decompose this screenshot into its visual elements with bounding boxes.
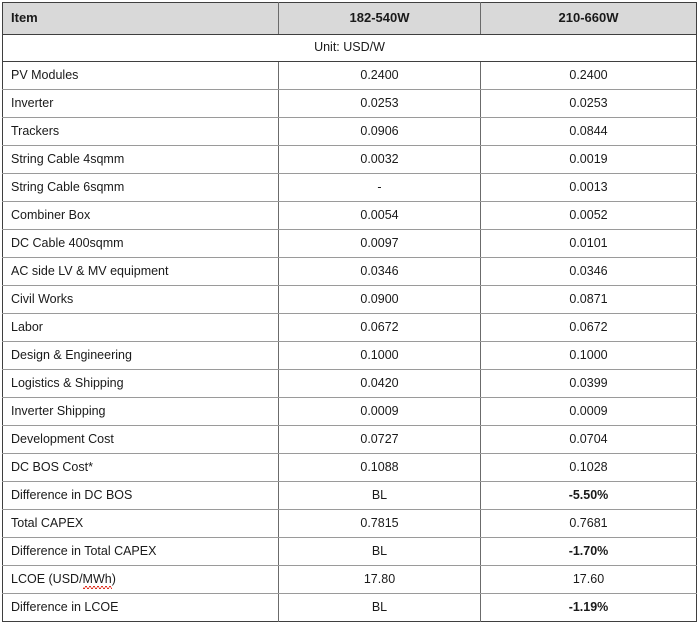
table-row: Difference in DC BOS BL -5.50% xyxy=(2,481,697,510)
row-item-label: DC BOS Cost* xyxy=(2,453,279,482)
row-item-label: Development Cost xyxy=(2,425,279,454)
row-value-210-660w: 0.0009 xyxy=(480,397,697,426)
row-item-label: LCOE (USD/MWh) xyxy=(2,565,279,594)
table-row: Inverter Shipping 0.0009 0.0009 xyxy=(2,397,697,426)
row-item-label: DC Cable 400sqmm xyxy=(2,229,279,258)
table-row: PV Modules 0.2400 0.2400 xyxy=(2,61,697,90)
table-row: Difference in Total CAPEX BL -1.70% xyxy=(2,537,697,566)
unit-banner-label: Unit: USD/W xyxy=(2,34,697,62)
table-body: Unit: USD/W PV Modules 0.2400 0.2400 Invert… xyxy=(2,34,697,622)
row-value-210-660w: 0.7681 xyxy=(480,509,697,538)
row-item-label: Total CAPEX xyxy=(2,509,279,538)
row-item-label: Civil Works xyxy=(2,285,279,314)
row-item-label: String Cable 6sqmm xyxy=(2,173,279,202)
row-value-210-660w: 0.0346 xyxy=(480,257,697,286)
row-value-182-540w: 0.1000 xyxy=(278,341,481,370)
row-value-182-540w: 0.0672 xyxy=(278,313,481,342)
row-item-label: String Cable 4sqmm xyxy=(2,145,279,174)
table-row: Development Cost 0.0727 0.0704 xyxy=(2,425,697,454)
row-item-label: Design & Engineering xyxy=(2,341,279,370)
row-item-label: Inverter xyxy=(2,89,279,118)
column-header-182-540w: 182-540W xyxy=(278,2,481,35)
table-row: Logistics & Shipping 0.0420 0.0399 xyxy=(2,369,697,398)
table-row: DC BOS Cost* 0.1088 0.1028 xyxy=(2,453,697,482)
row-item-label: Inverter Shipping xyxy=(2,397,279,426)
row-value-210-660w: -5.50% xyxy=(480,481,697,510)
row-value-210-660w: 0.1000 xyxy=(480,341,697,370)
table-row: Trackers 0.0906 0.0844 xyxy=(2,117,697,146)
table-header: Item 182-540W 210-660W xyxy=(2,2,697,35)
row-value-182-540w: 0.0346 xyxy=(278,257,481,286)
row-item-label: AC side LV & MV equipment xyxy=(2,257,279,286)
row-item-label: Difference in Total CAPEX xyxy=(2,537,279,566)
table-row: Combiner Box 0.0054 0.0052 xyxy=(2,201,697,230)
table-row: LCOE (USD/MWh) 17.80 17.60 xyxy=(2,565,697,594)
row-value-182-540w: 0.0097 xyxy=(278,229,481,258)
table-row: String Cable 4sqmm 0.0032 0.0019 xyxy=(2,145,697,174)
unit-banner-row: Unit: USD/W xyxy=(2,34,697,62)
row-value-182-540w: 0.0906 xyxy=(278,117,481,146)
row-value-182-540w: BL xyxy=(278,593,481,622)
row-value-210-660w: 0.2400 xyxy=(480,61,697,90)
column-header-item: Item xyxy=(2,2,279,35)
column-header-210-660w: 210-660W xyxy=(480,2,697,35)
table-row: AC side LV & MV equipment 0.0346 0.0346 xyxy=(2,257,697,286)
table-row: Design & Engineering 0.1000 0.1000 xyxy=(2,341,697,370)
header-row: Item 182-540W 210-660W xyxy=(2,2,697,35)
row-value-182-540w: 0.0032 xyxy=(278,145,481,174)
table-row: Difference in LCOE BL -1.19% xyxy=(2,593,697,622)
row-value-210-660w: 0.0871 xyxy=(480,285,697,314)
table-row: Inverter 0.0253 0.0253 xyxy=(2,89,697,118)
table-row: String Cable 6sqmm -0.0013 xyxy=(2,173,697,202)
spellcheck-underlined-word: MWh xyxy=(82,571,112,586)
row-value-182-540w: 0.7815 xyxy=(278,509,481,538)
row-value-182-540w: BL xyxy=(278,537,481,566)
row-value-210-660w: -1.19% xyxy=(568,599,609,614)
row-value-210-660w: -1.70% xyxy=(480,537,697,566)
row-value-210-660w: 0.0101 xyxy=(480,229,697,258)
row-item-label: Difference in DC BOS xyxy=(2,481,279,510)
row-value-182-540w: 0.0420 xyxy=(278,369,481,398)
row-value-210-660w: 0.0052 xyxy=(480,201,697,230)
row-value-210-660w: 0.0013 xyxy=(480,173,697,202)
row-item-label: Logistics & Shipping xyxy=(2,369,279,398)
row-value-182-540w: 0.1088 xyxy=(278,453,481,482)
row-value-182-540w: 17.80 xyxy=(278,565,481,594)
capex-comparison-table: Item 182-540W 210-660W Unit: USD/W PV Mo… xyxy=(2,2,697,622)
row-item-label: Labor xyxy=(2,313,279,342)
row-value-210-660w: 0.0704 xyxy=(480,425,697,454)
row-item-label: Difference in LCOE xyxy=(2,593,279,622)
table-row: DC Cable 400sqmm 0.0097 0.0101 xyxy=(2,229,697,258)
row-value-210-660w: 0.0253 xyxy=(480,89,697,118)
row-item-label: PV Modules xyxy=(2,61,279,90)
row-value-182-540w: 0.0009 xyxy=(278,397,481,426)
row-value-182-540w: 0.0900 xyxy=(278,285,481,314)
row-value-182-540w: - xyxy=(278,173,481,202)
row-value-182-540w: 0.0054 xyxy=(278,201,481,230)
row-value-182-540w: BL xyxy=(278,481,481,510)
row-value-210-660w: 17.60 xyxy=(480,565,697,594)
row-item-label: Combiner Box xyxy=(2,201,279,230)
row-value-210-660w: 0.0399 xyxy=(480,369,697,398)
row-value-210-660w: 0.0844 xyxy=(480,117,697,146)
table-row: Civil Works 0.0900 0.0871 xyxy=(2,285,697,314)
row-item-label: Trackers xyxy=(2,117,279,146)
row-value-182-540w: 0.0727 xyxy=(278,425,481,454)
row-value-210-660w: 0.0019 xyxy=(480,145,697,174)
row-value-210-660w: 0.1028 xyxy=(480,453,697,482)
row-value-210-660w: 0.0672 xyxy=(480,313,697,342)
table-row: Labor 0.0672 0.0672 xyxy=(2,313,697,342)
row-value-182-540w: 0.2400 xyxy=(278,61,481,90)
capex-comparison-table-container: Item 182-540W 210-660W Unit: USD/W PV Mo… xyxy=(0,0,700,624)
row-value-182-540w: 0.0253 xyxy=(278,89,481,118)
table-row: Total CAPEX 0.7815 0.7681 xyxy=(2,509,697,538)
